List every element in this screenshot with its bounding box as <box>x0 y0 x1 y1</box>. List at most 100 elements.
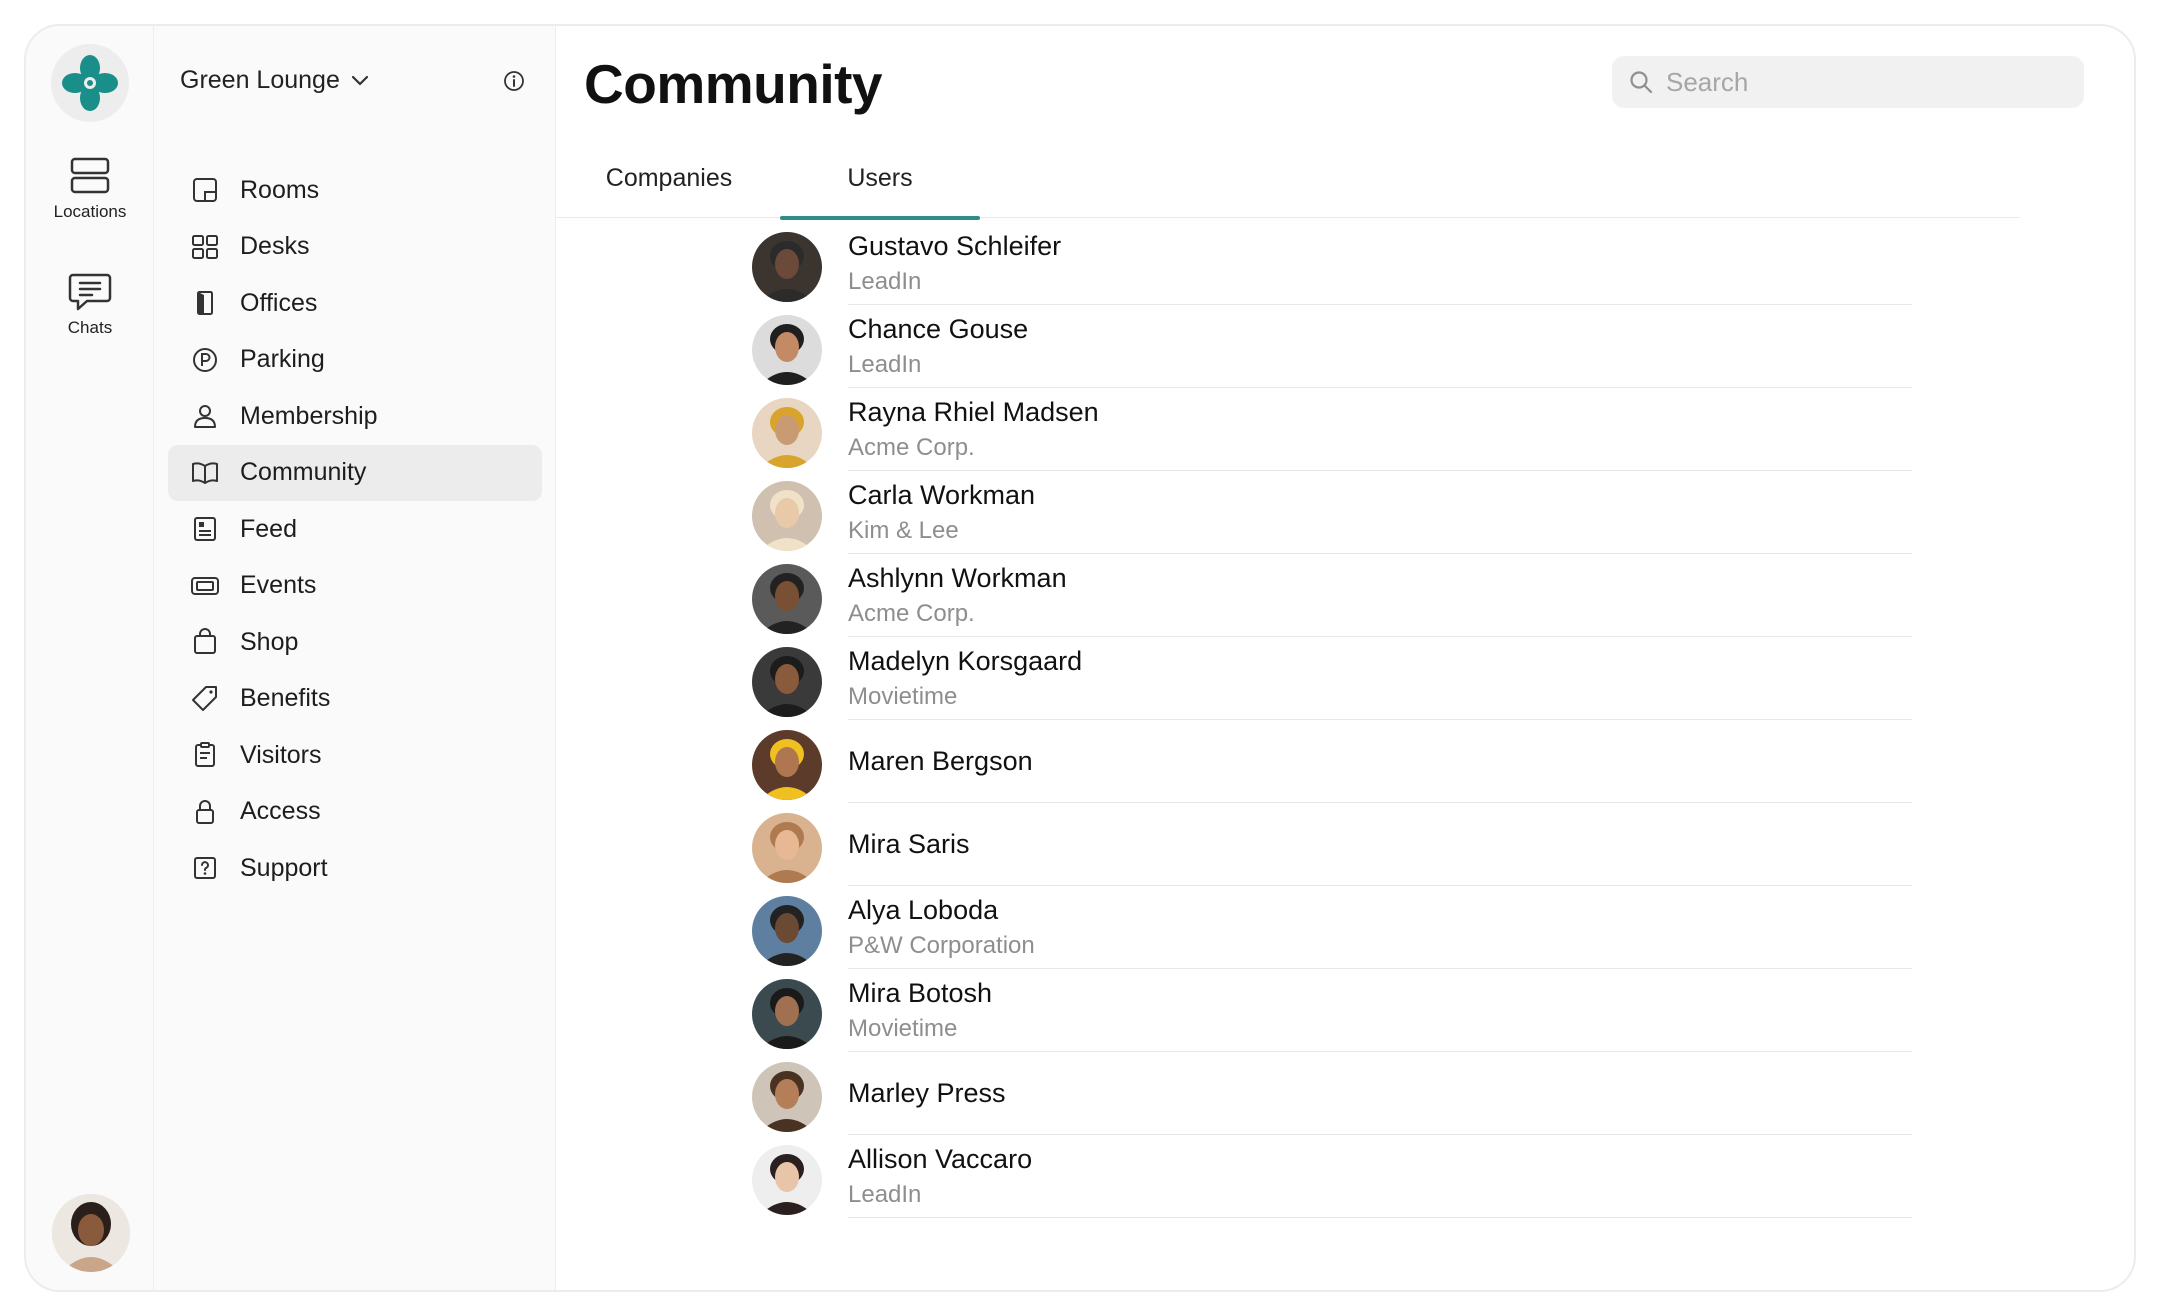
user-row[interactable]: Maren Bergson <box>752 720 1912 803</box>
sidebar-item-label: Benefits <box>240 684 331 712</box>
help-icon <box>194 857 216 879</box>
sidebar-item-shop[interactable]: Shop <box>168 614 542 670</box>
user-row-text: Madelyn Korsgaard Movietime <box>848 637 1912 720</box>
user-row-text: Ashlynn Workman Acme Corp. <box>848 554 1912 637</box>
user-avatar <box>752 813 822 883</box>
sidebar-item-desks[interactable]: Desks <box>168 219 542 275</box>
user-row-text: Gustavo Schleifer LeadIn <box>848 222 1912 305</box>
user-company: Acme Corp. <box>848 433 975 461</box>
sidebar-item-label: Offices <box>240 288 318 317</box>
brand-logo-icon <box>62 55 118 111</box>
user-company: Kim & Lee <box>848 516 959 544</box>
user-row-text: Marley Press <box>848 1052 1912 1135</box>
sidebar-item-label: Desks <box>240 232 310 260</box>
sidebar-item-rooms[interactable]: Rooms <box>168 162 542 218</box>
app-window: Locations Chats Green Lounge Rooms Desks… <box>24 24 2136 1292</box>
main-content: Community Companies Users Gustavo Schlei… <box>556 26 2134 1290</box>
user-name: Rayna Rhiel Madsen <box>848 396 1099 427</box>
user-company: Movietime <box>848 682 958 710</box>
sidebar-item-label: Visitors <box>240 740 322 769</box>
rail-item-locations[interactable]: Locations <box>26 156 154 222</box>
rooms-icon <box>193 178 217 202</box>
rail-item-label: Chats <box>67 318 113 337</box>
shopping-bag-icon <box>194 628 216 654</box>
ticket-icon <box>191 576 219 595</box>
user-name: Marley Press <box>848 1077 1006 1108</box>
rail-item-chats[interactable]: Chats <box>26 270 154 338</box>
user-name: Allison Vaccaro <box>848 1143 1033 1174</box>
user-row-text: Chance Gouse LeadIn <box>848 305 1912 388</box>
locations-icon <box>70 157 110 194</box>
location-name: Green Lounge <box>180 66 340 94</box>
user-avatar <box>752 564 822 634</box>
user-company: LeadIn <box>848 350 922 378</box>
user-row-text: Rayna Rhiel Madsen Acme Corp. <box>848 388 1912 471</box>
sidebar-item-membership[interactable]: Membership <box>168 388 542 444</box>
clipboard-icon <box>195 742 215 767</box>
sidebar-item-benefits[interactable]: Benefits <box>168 671 542 727</box>
user-row-text: Carla Workman Kim & Lee <box>848 471 1912 554</box>
user-row-text: Maren Bergson <box>848 720 1912 803</box>
user-company: Movietime <box>848 1014 958 1042</box>
user-row[interactable]: Marley Press <box>752 1052 1912 1135</box>
location-switcher[interactable]: Green Lounge <box>180 66 370 95</box>
current-user-avatar[interactable] <box>52 1194 130 1272</box>
user-avatar <box>752 647 822 717</box>
user-avatar <box>752 979 822 1049</box>
sidebar-item-label: Access <box>240 797 321 825</box>
sidebar: Green Lounge Rooms Desks Offices Parking… <box>154 26 556 1290</box>
user-row[interactable]: Madelyn Korsgaard Movietime <box>752 637 1912 720</box>
offices-icon <box>197 291 213 315</box>
user-row-text: Allison Vaccaro LeadIn <box>848 1135 1912 1218</box>
sidebar-item-label: Rooms <box>240 175 320 204</box>
search-box[interactable] <box>1612 56 2084 108</box>
user-company: P&W Corporation <box>848 931 1035 959</box>
user-name: Chance Gouse <box>848 313 1029 344</box>
user-company: Acme Corp. <box>848 599 975 627</box>
sidebar-item-offices[interactable]: Offices <box>168 275 542 331</box>
user-avatar <box>752 1062 822 1132</box>
lock-icon <box>196 799 214 824</box>
user-row[interactable]: Chance Gouse LeadIn <box>752 305 1912 388</box>
user-name: Maren Bergson <box>848 745 1033 776</box>
sidebar-item-support[interactable]: Support <box>168 840 542 896</box>
sidebar-item-visitors[interactable]: Visitors <box>168 727 542 783</box>
sidebar-item-label: Feed <box>240 514 297 543</box>
user-avatar <box>752 232 822 302</box>
user-row[interactable]: Mira Saris <box>752 803 1912 886</box>
user-row[interactable]: Rayna Rhiel Madsen Acme Corp. <box>752 388 1912 471</box>
tab-companies[interactable]: Companies <box>584 156 754 218</box>
user-name: Ashlynn Workman <box>848 562 1067 593</box>
user-avatar <box>752 398 822 468</box>
user-row[interactable]: Ashlynn Workman Acme Corp. <box>752 554 1912 637</box>
sidebar-item-events[interactable]: Events <box>168 558 542 614</box>
user-avatar <box>752 896 822 966</box>
brand-logo[interactable] <box>51 44 129 122</box>
chevron-down-icon <box>351 75 368 85</box>
user-row[interactable]: Mira Botosh Movietime <box>752 969 1912 1052</box>
user-avatar <box>752 730 822 800</box>
user-row[interactable]: Allison Vaccaro LeadIn <box>752 1135 1912 1218</box>
sidebar-item-label: Community <box>240 458 367 486</box>
sidebar-item-parking[interactable]: Parking <box>168 332 542 388</box>
book-icon <box>192 461 218 484</box>
sidebar-item-label: Support <box>240 853 328 882</box>
user-name: Gustavo Schleifer <box>848 230 1062 261</box>
search-input[interactable] <box>1666 66 2066 98</box>
user-row[interactable]: Gustavo Schleifer LeadIn <box>752 222 1912 305</box>
rail-item-label: Locations <box>53 202 127 221</box>
sidebar-item-feed[interactable]: Feed <box>168 501 542 557</box>
user-name: Mira Saris <box>848 828 970 859</box>
sidebar-item-access[interactable]: Access <box>168 784 542 840</box>
user-row[interactable]: Carla Workman Kim & Lee <box>752 471 1912 554</box>
page-title: Community <box>584 53 883 115</box>
user-company: LeadIn <box>848 267 922 295</box>
user-name: Alya Loboda <box>848 894 999 925</box>
sidebar-item-label: Events <box>240 571 317 599</box>
feed-icon <box>194 517 216 541</box>
user-row[interactable]: Alya Loboda P&W Corporation <box>752 886 1912 969</box>
sidebar-item-community[interactable]: Community <box>168 444 542 501</box>
sidebar-item-label: Shop <box>240 627 299 656</box>
info-button[interactable] <box>503 70 525 97</box>
tab-users[interactable]: Users <box>780 156 980 220</box>
